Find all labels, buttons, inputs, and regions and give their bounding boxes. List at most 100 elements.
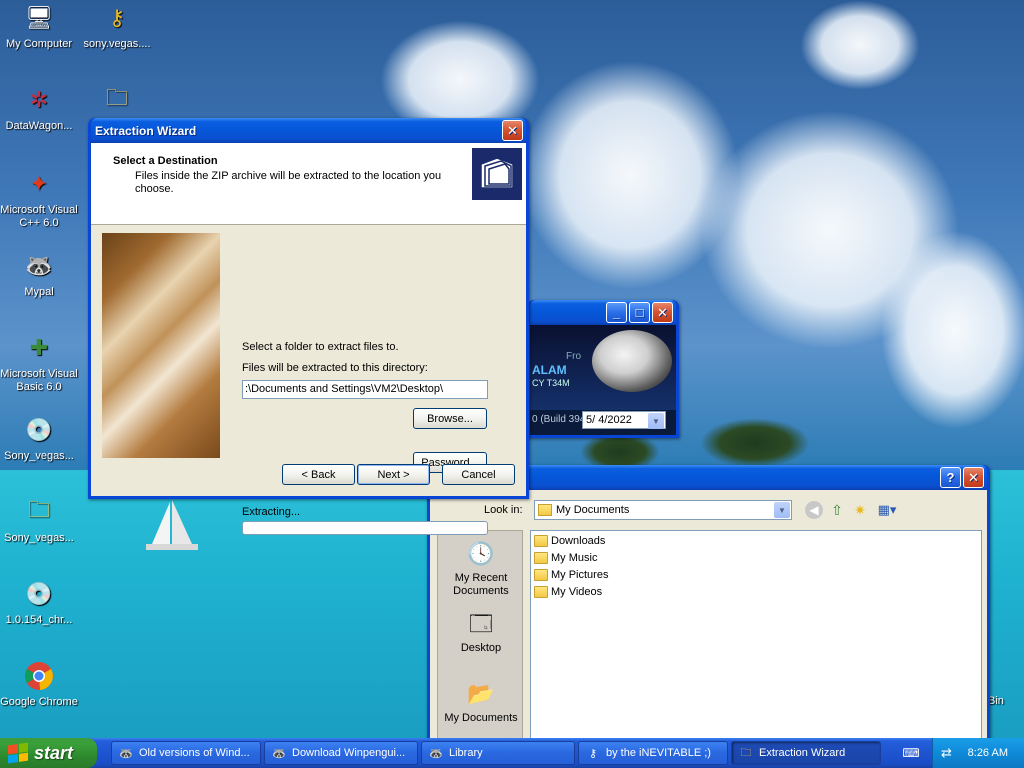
about-sub-text: CY T34M (532, 378, 570, 388)
my-documents-icon: 📂 (467, 680, 495, 706)
desktop-icon-label-partial: Bin (988, 695, 1004, 707)
desktop-icon-label: sony.vegas.... (83, 38, 151, 50)
mascot-icon (592, 330, 672, 392)
desktop-icon-label: Sony_vegas... (4, 532, 74, 544)
desktop-icon-visual-cpp[interactable]: ✦ Microsoft Visual C++ 6.0 (0, 168, 78, 230)
key-icon: ⚷ (108, 5, 126, 30)
taskbar-item-active[interactable]: 🗀 Extraction Wizard (731, 741, 881, 765)
file-name: Downloads (551, 535, 606, 547)
desktop-icon-mypal[interactable]: 🦝 Mypal (0, 250, 78, 299)
visual-basic-icon: ✚ (29, 335, 49, 360)
desktop-icon-label: Mypal (24, 286, 54, 298)
about-content: Fro ALAM CY T34M 0 (Build 394) 64-bit 5/… (530, 325, 676, 435)
chrome-icon (23, 660, 55, 692)
desktop-icon-sony-vegas-installer[interactable]: 💿 Sony_vegas... (0, 414, 78, 463)
chevron-down-icon[interactable]: ▼ (774, 502, 790, 518)
about-titlebar: _ □ ✕ (530, 300, 676, 325)
taskbar-item[interactable]: 🦝 Library (421, 741, 575, 765)
desktop-icon-label: My Computer (5, 38, 73, 50)
lookin-select[interactable]: My Documents ▼ (534, 500, 792, 520)
places-bar: 🕓 My Recent Documents 🗔 Desktop 📂 My Doc… (437, 530, 523, 740)
folder-icon: 🗀 (27, 497, 50, 522)
folder-icon: 🗀 (740, 746, 752, 759)
list-item[interactable]: My Music (534, 552, 597, 564)
videos-folder-icon (534, 586, 548, 598)
desktop-icon-sony-vegas-folder[interactable]: 🗀 Sony_vegas... (0, 496, 78, 545)
close-button[interactable]: ✕ (963, 467, 984, 488)
visual-studio-icon: ✦ (29, 171, 49, 196)
window-title: Extraction Wizard (95, 123, 197, 138)
lookin-label: Look in: (484, 504, 523, 516)
recent-documents-icon: 🕓 (467, 540, 495, 566)
pictures-folder-icon (534, 569, 548, 581)
desktop-icon-label: Sony_vegas... (4, 450, 74, 462)
network-icon[interactable]: ⇄ (941, 745, 952, 761)
select-folder-label: Select a folder to extract files to. (242, 341, 399, 353)
close-button[interactable]: ✕ (652, 302, 673, 323)
new-folder-icon[interactable]: ✷ (851, 501, 869, 519)
start-button[interactable]: start (0, 738, 97, 768)
list-item[interactable]: Downloads (534, 535, 605, 547)
place-desktop[interactable]: 🗔 Desktop (438, 607, 524, 655)
desktop-icon-zip-folder[interactable]: 🗀 (78, 84, 156, 120)
back-button[interactable]: < Back (282, 464, 355, 485)
place-my-documents[interactable]: 📂 My Documents (438, 677, 524, 725)
desktop-icon-my-computer[interactable]: 🖥 My Computer (0, 2, 78, 51)
place-label: My Recent Documents (453, 572, 509, 597)
maximize-button[interactable]: □ (629, 302, 650, 323)
mypal-icon: 🦝 (25, 253, 53, 278)
zip-folder-icon: 🗀 (105, 85, 128, 110)
next-button[interactable]: Next > (357, 464, 430, 485)
open-dialog-body: Look in: My Documents ▼ ◀ ⇧ ✷ ▦▾ 🕓 My Re… (430, 490, 987, 740)
taskbar-item[interactable]: 🦝 Download Winpengui... (264, 741, 418, 765)
help-button[interactable]: ? (940, 467, 961, 488)
taskbar-item[interactable]: ⚷ by the iNEVITABLE ;) (578, 741, 728, 765)
views-menu-icon[interactable]: ▦▾ (874, 501, 900, 519)
extract-to-label: Files will be extracted to this director… (242, 362, 428, 374)
clock[interactable]: 8:26 AM (968, 747, 1008, 759)
cancel-button[interactable]: Cancel (442, 464, 515, 485)
file-name: My Videos (551, 586, 603, 598)
desktop-icon-label: 1.0.154_chr... (5, 614, 73, 626)
about-window: _ □ ✕ Fro ALAM CY T34M 0 (Build 394) 64-… (527, 300, 679, 438)
wizard-header: Select a Destination Files inside the ZI… (91, 143, 526, 225)
destination-path-input[interactable]: :\Documents and Settings\VM2\Desktop\ (242, 380, 488, 399)
date-picker[interactable]: 5/ 4/2022 ▼ (582, 411, 666, 429)
back-icon[interactable]: ◀ (805, 501, 823, 519)
extraction-progress-bar (242, 521, 488, 535)
desktop-icon: 🗔 (469, 610, 493, 636)
keyboard-icon[interactable]: ⌨ (902, 744, 920, 762)
up-folder-icon[interactable]: ⇧ (828, 501, 846, 519)
desktop-icon-label: DataWagon... (5, 120, 73, 132)
installer-icon: 💿 (25, 417, 53, 442)
chevron-down-icon[interactable]: ▼ (648, 413, 664, 429)
desktop-icon-datawagon[interactable]: ✲ DataWagon... (0, 84, 78, 133)
taskbar-item-label: Extraction Wizard (759, 747, 846, 759)
desktop-icon-visual-basic[interactable]: ✚ Microsoft Visual Basic 6.0 (0, 332, 78, 394)
list-item[interactable]: My Videos (534, 586, 602, 598)
windows-logo-icon (8, 742, 28, 764)
wallpaper-cloud (800, 0, 920, 90)
file-name: My Pictures (551, 569, 609, 581)
browse-button[interactable]: Browse... (413, 408, 487, 429)
list-item[interactable]: My Pictures (534, 569, 608, 581)
close-button[interactable]: ✕ (502, 120, 523, 141)
wallpaper-cloud (880, 230, 1024, 430)
wizard-step-title: Select a Destination (113, 155, 218, 167)
wizard-step-description: Files inside the ZIP archive will be ext… (135, 170, 442, 195)
taskbar: start 🦝 Old versions of Wind... 🦝 Downlo… (0, 738, 1024, 768)
desktop-icon-google-chrome[interactable]: Google Chrome (0, 660, 78, 709)
taskbar-item-label: Old versions of Wind... (139, 747, 250, 759)
date-value: 5/ 4/2022 (586, 414, 632, 426)
minimize-button[interactable]: _ (606, 302, 627, 323)
desktop-icon-chrome-installer[interactable]: 💿 1.0.154_chr... (0, 578, 78, 627)
taskbar-item[interactable]: 🦝 Old versions of Wind... (111, 741, 261, 765)
place-my-recent-documents[interactable]: 🕓 My Recent Documents (438, 537, 524, 598)
extraction-wizard-window: Extraction Wizard ✕ Select a Destination… (88, 118, 529, 535)
file-list: Downloads My Music My Pictures My Videos (530, 530, 982, 740)
desktop-icon-label: Microsoft Visual C++ 6.0 (0, 204, 78, 229)
zip-folders-icon (472, 148, 522, 200)
desktop-icon-sony-vegas-key[interactable]: ⚷ sony.vegas.... (78, 2, 156, 51)
folder-icon (534, 535, 548, 547)
taskbar-item-label: Library (449, 747, 483, 759)
